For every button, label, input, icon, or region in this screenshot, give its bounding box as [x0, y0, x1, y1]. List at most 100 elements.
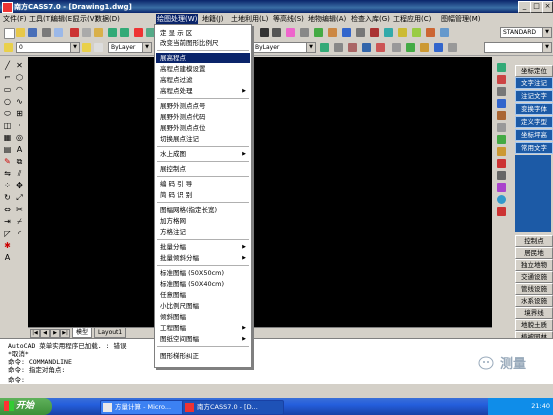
print-icon[interactable] — [42, 28, 51, 37]
menu-item-field-point-number[interactable]: 展野外测点点号 — [156, 101, 250, 111]
color-select[interactable]: ByLayer ▼ — [108, 42, 152, 53]
query-icon[interactable] — [497, 63, 506, 72]
polyline-icon[interactable] — [272, 28, 281, 37]
menu-item-standard-sheet-50x40[interactable]: 标准图幅 (50X40cm) — [156, 279, 250, 289]
polygon-icon[interactable]: ⬡ — [15, 73, 24, 82]
attribute-icon[interactable] — [497, 123, 506, 132]
clock[interactable]: 21:40 — [531, 402, 550, 410]
menu-item-arbitrary-sheet[interactable]: 任意图幅 — [156, 290, 250, 300]
menu-item-show-elevation-points[interactable]: 展高程点 — [156, 53, 250, 63]
menu-item-grid-annotation[interactable]: 方格注记 — [156, 227, 250, 237]
erase-icon[interactable]: ✎ — [3, 157, 12, 166]
menu-item-code-guide[interactable]: 编 码 引 导 — [156, 179, 250, 189]
ellipse-icon[interactable]: ⬭ — [3, 109, 12, 118]
polar-icon[interactable] — [362, 43, 371, 52]
scale-icon[interactable]: ⤢ — [15, 193, 24, 202]
panel-change-font[interactable]: 变换字体 — [515, 103, 553, 115]
tab-layout1[interactable]: Layout1 — [94, 328, 127, 338]
menu-draw-process[interactable]: 绘图处理(W) — [156, 14, 199, 24]
lineweight-select[interactable]: ▼ — [484, 42, 552, 53]
circle-icon[interactable] — [300, 28, 309, 37]
panel-coordinate-locate[interactable]: 坐标定位 — [515, 65, 553, 77]
rotate-icon[interactable]: ↻ — [3, 193, 12, 202]
menu-item-sheet-grid[interactable]: 图幅网格(指定长宽) — [156, 205, 250, 215]
text-icon[interactable]: A — [3, 253, 12, 262]
grid-icon[interactable] — [356, 28, 365, 37]
panel-landform-soil[interactable]: 地貌土质 — [515, 319, 553, 331]
task-volume-calc[interactable]: 方量计算 - Micro... — [100, 400, 194, 415]
tab-next-icon[interactable]: ▶ — [50, 329, 60, 338]
menu-land-use[interactable]: 土地利用(L) — [230, 14, 269, 24]
menu-item-engineering-sheet[interactable]: 工程图幅 ▶ — [156, 323, 250, 333]
panel-define-font[interactable]: 定义字型 — [515, 116, 553, 128]
panel-boundary[interactable]: 境界线 — [515, 307, 553, 319]
open-icon[interactable] — [16, 28, 25, 37]
reverse-icon[interactable] — [497, 159, 506, 168]
menu-check-import[interactable]: 检查入库(G) — [350, 14, 391, 24]
menu-item-oblique-sheet[interactable]: 倾斜图幅 — [156, 312, 250, 322]
pan-icon[interactable] — [134, 28, 143, 37]
array-icon[interactable]: ⁘ — [3, 181, 12, 190]
contour-icon[interactable] — [497, 135, 506, 144]
layer-icon[interactable] — [398, 28, 407, 37]
ortho-icon[interactable] — [348, 43, 357, 52]
task-cass[interactable]: 南方CASS7.0 - [D... — [182, 400, 284, 415]
edit-icon[interactable] — [497, 183, 506, 192]
road-icon[interactable] — [342, 28, 351, 37]
hatch-icon[interactable]: ▦ — [3, 133, 12, 142]
menu-item-elevation-filter[interactable]: 高程点过滤 — [156, 75, 250, 85]
point-icon[interactable]: · — [15, 121, 24, 130]
move-icon[interactable]: ✥ — [15, 181, 24, 190]
menu-item-show-control-points[interactable]: 展控制点 — [156, 164, 250, 174]
menu-item-add-grid[interactable]: 加方格网 — [156, 216, 250, 226]
close-button[interactable]: × — [542, 1, 553, 13]
fence-icon[interactable] — [497, 147, 506, 156]
extend-icon[interactable]: ⇥ — [3, 217, 12, 226]
redo-icon[interactable] — [120, 28, 129, 37]
menu-item-elevation-model-settings[interactable]: 高程点建模设置 — [156, 64, 250, 74]
make-current-icon[interactable] — [82, 43, 91, 52]
text-style-select[interactable]: STANDARD ▼ — [500, 27, 552, 38]
extend-icon[interactable] — [448, 43, 457, 52]
panel-residential[interactable]: 居民地 — [515, 247, 553, 259]
copy-object-icon[interactable]: ⧉ — [15, 157, 24, 166]
circle-icon[interactable]: ○ — [3, 97, 12, 106]
layer-select[interactable]: 0 ▼ — [16, 42, 80, 53]
tab-model[interactable]: 模型 — [72, 328, 93, 338]
info-icon[interactable] — [497, 195, 506, 204]
panel-independent-feature[interactable]: 独立地物 — [515, 259, 553, 271]
menu-contour[interactable]: 等高线(S) — [272, 14, 305, 24]
distance-icon[interactable] — [497, 99, 506, 108]
menu-item-paper-space-sheet[interactable]: 图纸空间图幅 ▶ — [156, 334, 250, 344]
coordinate-icon[interactable] — [497, 87, 506, 96]
region-icon[interactable]: ◎ — [15, 133, 24, 142]
erase-icon[interactable] — [376, 43, 385, 52]
building-icon[interactable] — [328, 28, 337, 37]
insert-block-icon[interactable]: ⊞ — [15, 109, 24, 118]
menu-data[interactable]: 数据(D) — [94, 14, 121, 24]
line-icon[interactable]: ╱ — [3, 61, 12, 70]
break-icon[interactable]: ⌿ — [15, 217, 24, 226]
menu-item-standard-sheet-50x50[interactable]: 标准图幅 (50X50cm) — [156, 268, 250, 278]
stretch-icon[interactable]: ⇔ — [3, 205, 12, 214]
explode-icon[interactable] — [426, 28, 435, 37]
menu-item-elevation-processing[interactable]: 高程点处理 ▶ — [156, 86, 250, 96]
trim-icon[interactable] — [434, 43, 443, 52]
menu-file[interactable]: 文件(F) — [2, 14, 28, 24]
move-icon[interactable] — [392, 43, 401, 52]
panel-text-annotation[interactable]: 文字注记 — [515, 77, 553, 89]
command-input[interactable]: 命令: — [8, 374, 25, 384]
mtext-icon[interactable]: A — [15, 145, 24, 154]
drawing-canvas[interactable] — [28, 57, 492, 327]
menu-item-small-scale-sheet[interactable]: 小比例尺图幅 — [156, 301, 250, 311]
snap-icon[interactable] — [320, 43, 329, 52]
menu-item-field-point-position[interactable]: 展野外测点点位 — [156, 123, 250, 133]
make-block-icon[interactable]: ◫ — [3, 121, 12, 130]
connect-icon[interactable] — [497, 171, 506, 180]
rotate-icon[interactable] — [406, 43, 415, 52]
panel-annotate-text[interactable]: 注记文字 — [515, 90, 553, 102]
construction-line-icon[interactable]: ✕ — [15, 61, 24, 70]
rectangle-icon[interactable]: ▭ — [3, 85, 12, 94]
panel-control-point[interactable]: 控制点 — [515, 235, 553, 247]
area-icon[interactable] — [497, 111, 506, 120]
